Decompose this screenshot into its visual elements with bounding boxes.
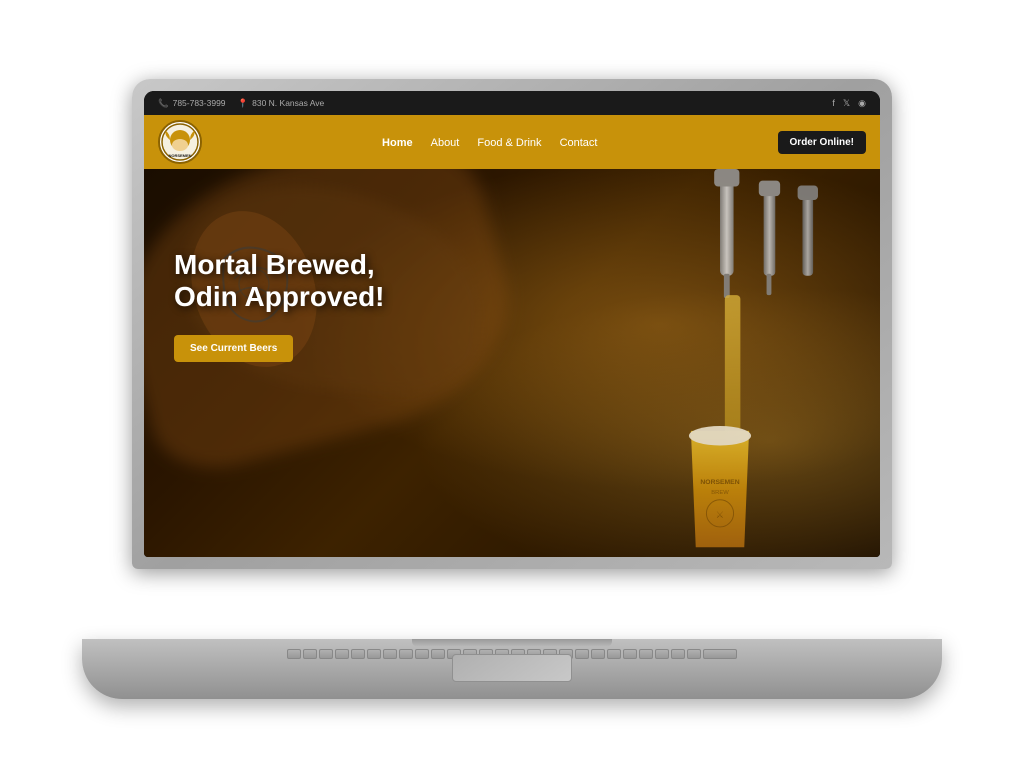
- phone-icon: 📞: [158, 98, 169, 109]
- hero-content: Mortal Brewed, Odin Approved! See Curren…: [174, 249, 385, 362]
- key: [303, 649, 317, 659]
- key: [399, 649, 413, 659]
- location-icon: 📍: [238, 98, 249, 109]
- hero-headline: Mortal Brewed, Odin Approved!: [174, 249, 385, 313]
- logo-svg: NORSEMEN: [161, 123, 199, 161]
- phone-number: 785-783-3999: [173, 98, 226, 108]
- key: [655, 649, 669, 659]
- hero-section: NORSEMEN BREW ⚔: [144, 169, 880, 557]
- beer-tap-svg: NORSEMEN BREW ⚔: [580, 169, 860, 557]
- twitter-icon[interactable]: 𝕏: [843, 98, 850, 109]
- nav-link-food-drink[interactable]: Food & Drink: [477, 137, 541, 149]
- key: [367, 649, 381, 659]
- trackpad[interactable]: [452, 654, 572, 682]
- logo-circle: NORSEMEN: [158, 120, 202, 164]
- hero-headline-line2: Odin Approved!: [174, 281, 385, 312]
- social-links[interactable]: f 𝕏 ◉: [832, 98, 866, 109]
- key: [607, 649, 621, 659]
- key: [671, 649, 685, 659]
- laptop-bezel: 📞 785-783-3999 📍 830 N. Kansas Ave f 𝕏 ◉: [144, 91, 880, 557]
- instagram-icon[interactable]: ◉: [858, 98, 866, 109]
- nav-link-home[interactable]: Home: [382, 137, 413, 149]
- navbar: NORSEMEN Home About Food & Drink: [144, 115, 880, 169]
- order-online-button[interactable]: Order Online!: [778, 131, 866, 154]
- key: [415, 649, 429, 659]
- top-bar: 📞 785-783-3999 📍 830 N. Kansas Ave f 𝕏 ◉: [144, 91, 880, 115]
- nav-links: Home About Food & Drink Contact: [382, 133, 597, 151]
- nav-link-contact[interactable]: Contact: [560, 137, 598, 149]
- nav-item-contact[interactable]: Contact: [560, 133, 598, 151]
- key: [335, 649, 349, 659]
- svg-text:NORSEMEN: NORSEMEN: [700, 479, 739, 486]
- hero-headline-line1: Mortal Brewed,: [174, 249, 375, 280]
- nav-item-home[interactable]: Home: [382, 133, 413, 151]
- key: [287, 649, 301, 659]
- key: [575, 649, 589, 659]
- facebook-icon[interactable]: f: [832, 98, 835, 109]
- screen: 📞 785-783-3999 📍 830 N. Kansas Ave f 𝕏 ◉: [144, 91, 880, 557]
- key: [639, 649, 653, 659]
- nav-link-about[interactable]: About: [431, 137, 460, 149]
- key-backspace: [703, 649, 737, 659]
- logo-area[interactable]: NORSEMEN: [158, 120, 202, 164]
- key: [351, 649, 365, 659]
- key: [319, 649, 333, 659]
- key: [687, 649, 701, 659]
- nav-item-about[interactable]: About: [431, 133, 460, 151]
- svg-text:BREW: BREW: [711, 490, 729, 496]
- svg-text:NORSEMEN: NORSEMEN: [168, 153, 191, 158]
- svg-text:⚔: ⚔: [716, 510, 725, 521]
- see-current-beers-button[interactable]: See Current Beers: [174, 335, 293, 362]
- address-info: 📍 830 N. Kansas Ave: [238, 98, 325, 109]
- phone-info: 📞 785-783-3999: [158, 98, 226, 109]
- nav-item-food-drink[interactable]: Food & Drink: [477, 133, 541, 151]
- address-text: 830 N. Kansas Ave: [252, 98, 324, 108]
- key: [383, 649, 397, 659]
- top-bar-left: 📞 785-783-3999 📍 830 N. Kansas Ave: [158, 98, 324, 109]
- laptop-mockup: 📞 785-783-3999 📍 830 N. Kansas Ave f 𝕏 ◉: [82, 59, 942, 709]
- key: [591, 649, 605, 659]
- laptop-base: [82, 639, 942, 699]
- laptop-lid: 📞 785-783-3999 📍 830 N. Kansas Ave f 𝕏 ◉: [132, 79, 892, 569]
- key: [431, 649, 445, 659]
- key: [623, 649, 637, 659]
